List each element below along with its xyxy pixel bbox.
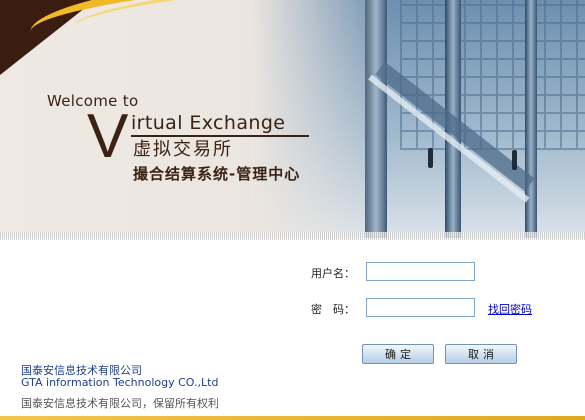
divider-stripe [0, 232, 585, 240]
footer-bar [0, 416, 585, 420]
system-subtitle: 撮合结算系统-管理中心 [133, 165, 301, 183]
title-initial: V [87, 102, 129, 171]
forgot-password-link[interactable]: 找回密码 [488, 301, 532, 317]
person-figure [512, 150, 517, 170]
username-label: 用户名： [311, 267, 355, 280]
ok-button[interactable]: 确定 [362, 344, 434, 364]
copyright-text: 国泰安信息技术有限公司，保留所有权利 [21, 397, 219, 410]
person-figure [428, 148, 433, 168]
title-chinese: 虚拟交易所 [133, 139, 233, 160]
cancel-button[interactable]: 取消 [445, 344, 517, 364]
username-input[interactable] [366, 262, 475, 281]
title-english: irtual Exchange [131, 112, 286, 134]
header-banner: Welcome to V irtual Exchange 虚拟交易所 撮合结算系… [0, 0, 585, 238]
company-name-en: GTA information Technology CO.,Ltd [21, 376, 219, 389]
password-input[interactable] [366, 298, 475, 317]
password-label: 密 码： [311, 303, 355, 316]
